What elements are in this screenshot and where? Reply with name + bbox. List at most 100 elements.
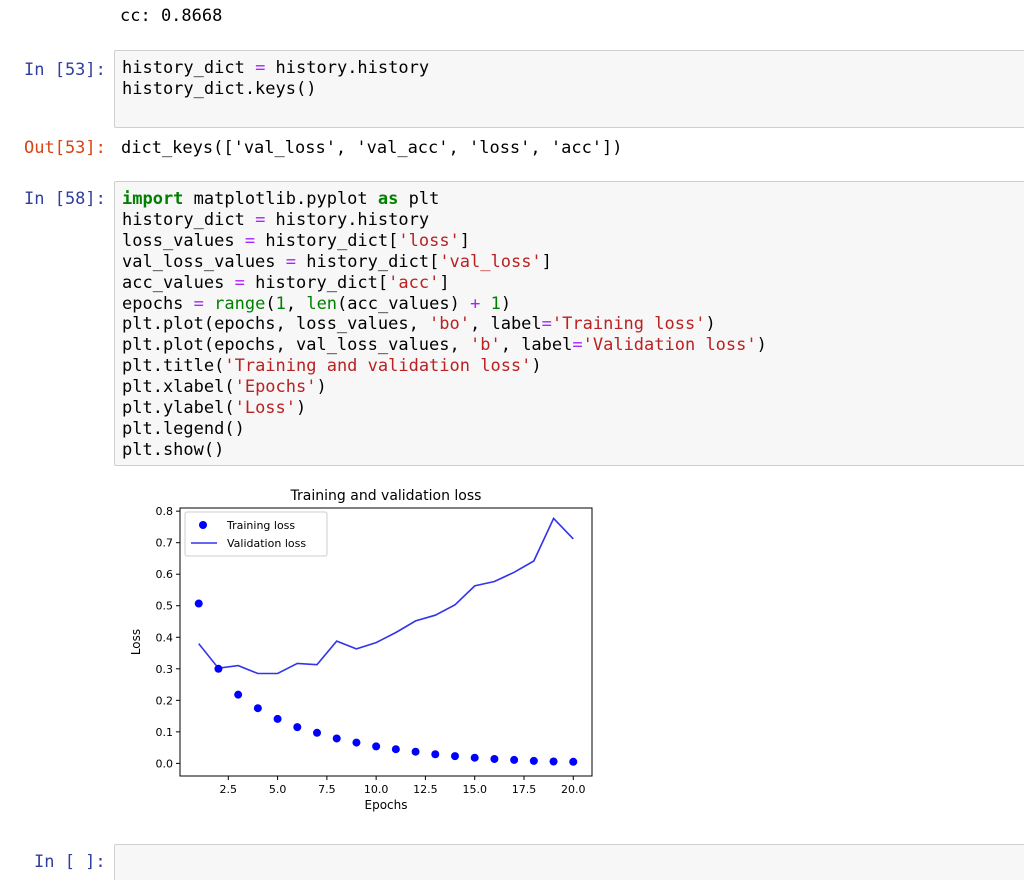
code-token: history_dict.keys() [122,78,317,99]
code-token: plt [398,189,440,209]
code-line: import matplotlib.pyplot as plt [122,189,767,210]
code-token: ) [705,314,716,335]
code-editor[interactable]: import matplotlib.pyplot as plt history_d… [122,189,767,461]
code-token: 'loss' [398,230,460,251]
training-loss-point [332,734,341,743]
y-axis-label: Loss [129,629,143,655]
code-token: plt.show() [122,439,225,460]
code-token: + [470,293,481,314]
code-editor[interactable]: history_dict = history.history history_di… [122,58,429,100]
code-cell-input[interactable]: history_dict = history.history history_di… [114,50,1024,128]
code-line: plt.plot(epochs, val_loss_values, 'b', l… [122,335,767,356]
y-tick-label: 0.1 [156,726,174,739]
code-token: ) [500,293,512,314]
x-tick-label: 10.0 [364,783,389,796]
training-loss-point [352,738,361,747]
code-token: epochs [122,293,194,314]
code-line: history_dict = history.history [122,210,767,231]
code-line: history_dict.keys() [122,79,429,100]
code-token: plt.title( [122,356,225,377]
training-loss-point [510,755,519,764]
code-token: ) [316,377,327,398]
code-token: 'Epochs' [234,377,317,398]
code-token: (acc_values) [337,293,471,314]
code-token: matplotlib.pyplot [183,189,378,209]
code-token: 1 [275,293,286,314]
chart-title: Training and validation loss [290,488,482,504]
x-tick-label: 5.0 [269,783,287,796]
code-token: ) [296,398,307,419]
code-line: val_loss_values = history_dict['val_loss… [122,252,767,273]
training-loss-point [549,757,558,766]
code-token: = [244,230,256,251]
training-loss-point [194,599,203,608]
code-token: = [234,272,245,293]
code-token: = [255,209,266,230]
y-tick-label: 0.5 [156,600,174,613]
training-loss-point [450,752,459,761]
cell-prompt: In [53]: [24,60,106,80]
x-tick-label: 2.5 [220,783,238,796]
code-line: plt.plot(epochs, loss_values, 'bo', labe… [122,314,767,335]
y-tick-label: 0.0 [156,757,174,770]
code-line: loss_values = history_dict['loss'] [122,231,767,252]
code-token: len [306,293,338,314]
training-loss-point [214,664,223,673]
x-tick-label: 20.0 [561,783,586,796]
code-token: plt.ylabel( [122,398,235,419]
code-token: ] [459,230,471,251]
code-token: val_loss_values [122,251,286,272]
code-token: plt.plot(epochs, val_loss_values, [122,335,470,356]
code-token: 'Validation loss' [582,335,757,356]
code-token: 1 [490,293,501,314]
code-token: ( [265,293,276,314]
code-token: range [214,293,266,314]
training-loss-point [234,690,243,699]
code-token: ] [541,251,552,272]
code-token: = [255,58,266,78]
code-token: 'b' [470,335,501,356]
code-line: plt.xlabel('Epochs') [122,377,767,398]
code-token: history_dict[ [296,251,440,272]
code-token: = [541,314,552,335]
training-loss-point [529,756,538,765]
x-tick-label: 17.5 [512,783,537,796]
code-cell-input[interactable]: import matplotlib.pyplot as plt history_d… [114,181,1024,466]
code-line: plt.show() [122,440,767,461]
code-token: plt.xlabel( [122,377,235,398]
code-line: plt.legend() [122,419,767,440]
cell-prompt: In [58]: [24,189,106,209]
code-token: 'Loss' [234,398,297,419]
code-token: , label [500,335,573,356]
code-token: as [377,189,399,209]
y-tick-label: 0.7 [156,537,174,550]
training-loss-point [470,753,479,762]
training-loss-point [411,747,420,756]
code-token: history_dict [122,209,256,230]
code-token: ) [531,356,542,377]
training-loss-point [273,714,282,723]
cell-prompt: In [ ]: [34,852,106,872]
code-token: 'Training and validation loss' [224,356,532,377]
code-token: 'bo' [429,314,470,335]
code-token: import [122,189,184,209]
code-line: acc_values = history_dict['acc'] [122,273,767,294]
notebook-page: cc: 0.8668 In [53]: history_dict = histo… [0,0,1024,880]
code-token: plt.plot(epochs, loss_values, [122,314,430,335]
code-token: ] [439,272,450,293]
code-token: loss_values [122,230,245,251]
code-line: plt.title('Training and validation loss'… [122,356,767,377]
y-tick-label: 0.8 [156,505,174,518]
empty-code-cell-input[interactable] [114,844,1024,880]
x-tick-label: 7.5 [318,783,336,796]
y-tick-label: 0.6 [156,568,174,581]
code-token: history_dict[ [244,272,389,293]
training-loss-point [391,745,400,754]
code-token: = [285,251,297,272]
code-line: history_dict = history.history [122,58,429,79]
training-loss-point [253,704,262,713]
code-token: 'Training loss' [551,314,706,335]
code-token: = [572,335,583,356]
y-tick-label: 0.2 [156,694,174,707]
